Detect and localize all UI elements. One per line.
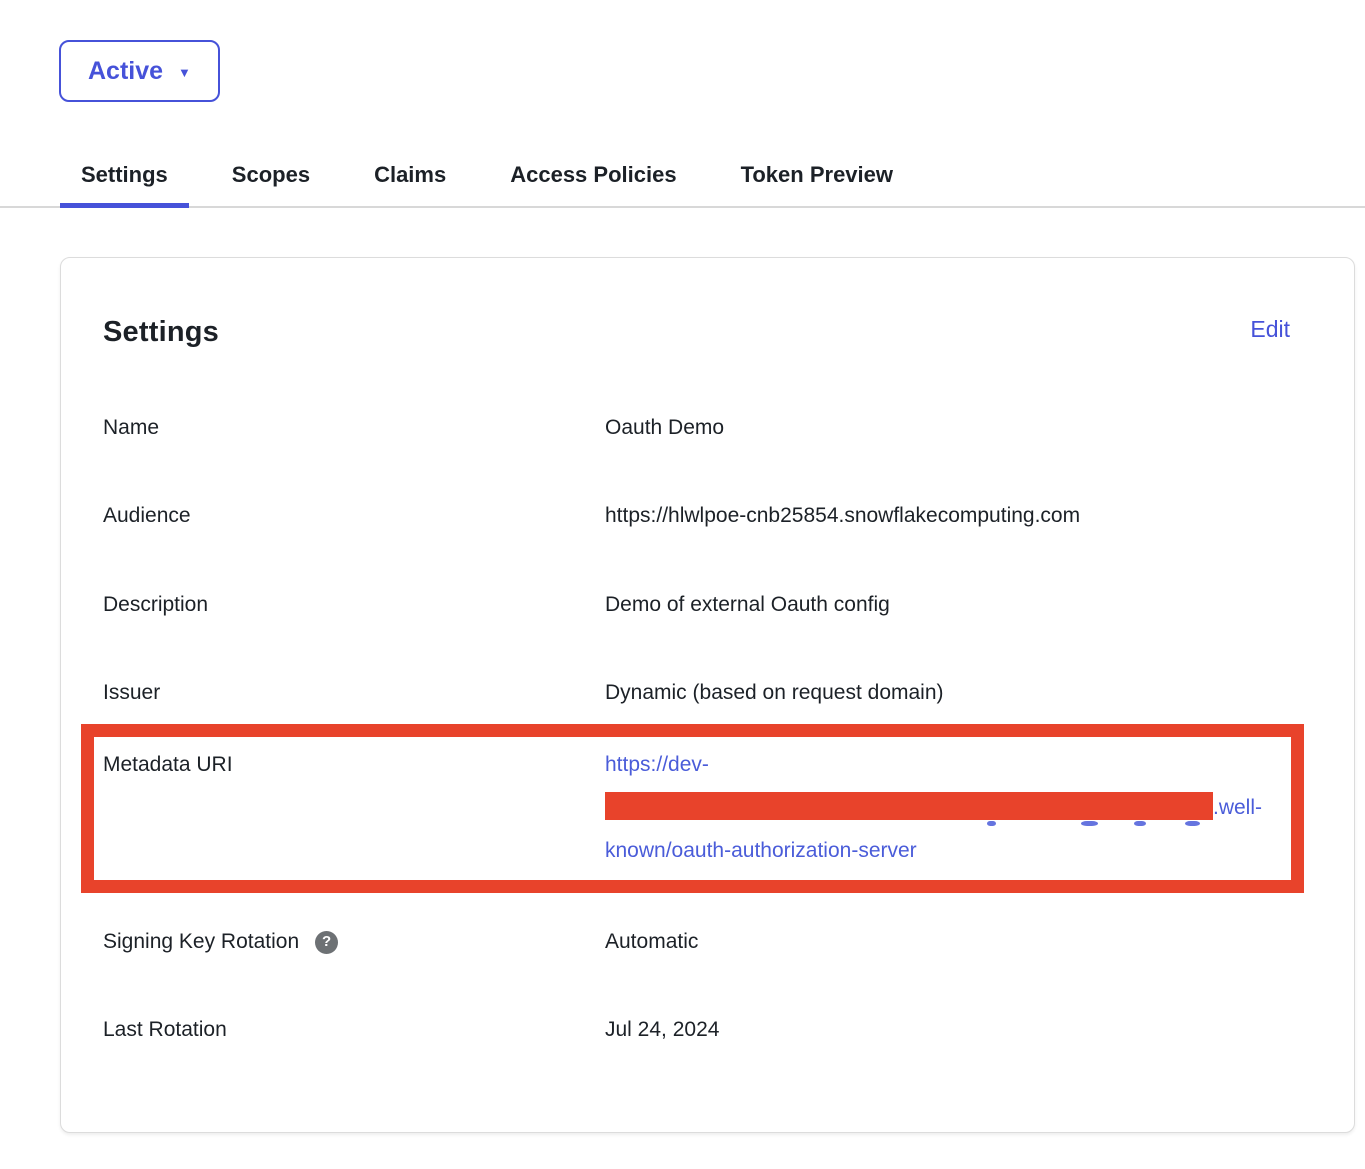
tab-settings[interactable]: Settings (60, 162, 189, 208)
field-row-name: Name Oauth Demo (103, 415, 1290, 441)
field-label: Name (103, 415, 605, 441)
field-value: Dynamic (based on request domain) (605, 680, 1290, 706)
field-row-metadata-uri: Metadata URI https://dev- .well- known/o… (103, 743, 1291, 872)
field-value: https://hlwlpoe-cnb25854.snowflakecomput… (605, 503, 1290, 529)
field-label-text: Signing Key Rotation (103, 929, 299, 955)
field-value: Jul 24, 2024 (605, 1017, 1290, 1043)
tab-token-preview[interactable]: Token Preview (720, 162, 914, 208)
field-row-audience: Audience https://hlwlpoe-cnb25854.snowfl… (103, 503, 1290, 529)
field-row-issuer: Issuer Dynamic (based on request domain) (103, 680, 1290, 706)
tab-claims[interactable]: Claims (353, 162, 467, 208)
field-value: Oauth Demo (605, 415, 1290, 441)
card-title: Settings (103, 316, 219, 349)
card-header: Settings Edit (103, 316, 1290, 349)
field-value: Automatic (605, 929, 1290, 955)
field-label: Description (103, 592, 605, 618)
annotation-highlight-box: Metadata URI https://dev- .well- known/o… (81, 724, 1304, 893)
field-row-description: Description Demo of external Oauth confi… (103, 592, 1290, 618)
metadata-uri-start: https://dev- (605, 753, 709, 776)
field-value: https://dev- .well- known/oauth-authoriz… (605, 743, 1291, 872)
field-label: Last Rotation (103, 1017, 605, 1043)
help-icon[interactable]: ? (315, 931, 338, 954)
tab-scopes[interactable]: Scopes (211, 162, 331, 208)
field-label: Audience (103, 503, 605, 529)
edit-button[interactable]: Edit (1250, 316, 1290, 343)
field-label: Issuer (103, 680, 605, 706)
field-row-last-rotation: Last Rotation Jul 24, 2024 (103, 1017, 1290, 1043)
metadata-uri-after-redaction: .well- (1213, 796, 1262, 819)
chevron-down-icon: ▼ (178, 66, 191, 79)
field-label: Signing Key Rotation ? (103, 929, 605, 955)
redaction-bar (605, 792, 1213, 820)
field-value: Demo of external Oauth config (605, 592, 1290, 618)
metadata-uri-end: known/oauth-authorization-server (605, 839, 917, 862)
field-label: Metadata URI (103, 743, 605, 872)
tab-access-policies[interactable]: Access Policies (489, 162, 697, 208)
field-row-signing-key-rotation: Signing Key Rotation ? Automatic (103, 929, 1290, 955)
status-dropdown-label: Active (88, 57, 163, 86)
tab-bar: Settings Scopes Claims Access Policies T… (0, 162, 1365, 208)
metadata-uri-link[interactable]: https://dev- .well- known/oauth-authoriz… (605, 753, 1262, 862)
settings-card: Settings Edit Name Oauth Demo Audience h… (60, 257, 1355, 1133)
status-dropdown-button[interactable]: Active ▼ (59, 40, 220, 102)
